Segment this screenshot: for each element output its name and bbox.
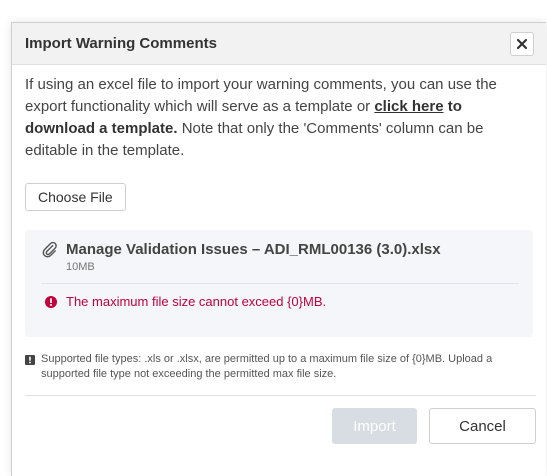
import-button[interactable]: Import xyxy=(332,408,417,444)
file-info-row: Manage Validation Issues – ADI_RML00136 … xyxy=(41,240,520,260)
intro-text: If using an excel file to import your wa… xyxy=(25,74,535,162)
dialog-body: If using an excel file to import your wa… xyxy=(12,65,546,444)
cancel-button[interactable]: Cancel xyxy=(429,408,536,444)
selected-file-card: Manage Validation Issues – ADI_RML00136 … xyxy=(25,230,533,337)
import-warning-comments-dialog: Import Warning Comments If using an exce… xyxy=(11,22,546,476)
file-size: 10MB xyxy=(66,261,95,273)
download-template-link[interactable]: click here xyxy=(374,98,443,115)
paperclip-icon xyxy=(42,241,57,258)
close-icon xyxy=(516,38,528,49)
dialog-header: Import Warning Comments xyxy=(12,23,546,65)
dialog-footer: Import Cancel xyxy=(25,408,536,444)
error-message: The maximum file size cannot exceed {0}M… xyxy=(66,294,327,309)
supported-types-info: Supported file types: .xls or .xlsx, are… xyxy=(25,352,533,382)
info-icon xyxy=(25,355,35,365)
footer-divider xyxy=(25,395,536,396)
error-row: The maximum file size cannot exceed {0}M… xyxy=(41,294,520,309)
close-button[interactable] xyxy=(510,31,534,56)
supported-types-text: Supported file types: .xls or .xlsx, are… xyxy=(41,353,493,380)
file-name: Manage Validation Issues – ADI_RML00136 … xyxy=(66,241,441,258)
dialog-title: Import Warning Comments xyxy=(25,35,217,52)
file-divider xyxy=(41,283,519,284)
error-icon xyxy=(45,295,57,308)
choose-file-button[interactable]: Choose File xyxy=(25,183,126,211)
